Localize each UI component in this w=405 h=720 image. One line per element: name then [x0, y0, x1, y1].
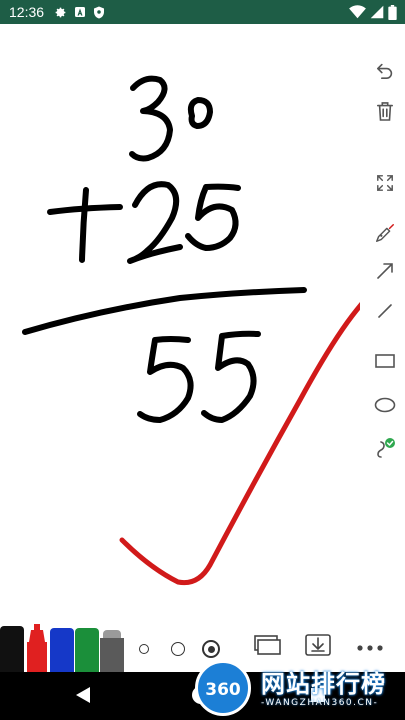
line-tool-button[interactable]: [365, 294, 405, 328]
ink-layer: [22, 75, 360, 586]
watermark-subtitle: -WANGZHAN360.CN-: [261, 698, 379, 708]
undo-icon: [375, 63, 395, 79]
line-icon: [375, 301, 395, 321]
freehand-icon: [373, 437, 397, 461]
status-bar: 12:36: [0, 0, 405, 24]
ink-sum-line: [22, 287, 307, 335]
blue-marker-button[interactable]: [50, 624, 74, 672]
fullscreen-button[interactable]: [365, 166, 405, 200]
ink-plus-vertical: [79, 187, 89, 263]
ink-digit-0-top: [187, 97, 213, 129]
stroke-size-small[interactable]: [139, 644, 149, 654]
download-button[interactable]: [303, 633, 333, 658]
arrow-tool-button[interactable]: [365, 254, 405, 288]
watermark-title: 网站排行榜: [261, 671, 386, 698]
rectangle-tool-button[interactable]: [365, 344, 405, 378]
delete-button[interactable]: [365, 94, 405, 128]
nav-back-button[interactable]: [75, 686, 91, 709]
watermark: 360 网站排行榜 -WANGZHAN360.CN-: [195, 656, 405, 720]
gray-marker-button[interactable]: [100, 624, 124, 672]
green-marker-button[interactable]: [75, 624, 99, 672]
laser-pointer-button[interactable]: [365, 216, 405, 250]
stroke-size-selected-dot: [207, 645, 215, 653]
undo-button[interactable]: [365, 54, 405, 88]
trash-icon: [376, 101, 394, 121]
laser-pointer-icon: [374, 222, 396, 244]
pages-button[interactable]: [253, 634, 283, 658]
freehand-tool-button[interactable]: [365, 432, 405, 466]
a-box-icon: [74, 6, 86, 18]
more-icon: [357, 638, 383, 656]
ink-digit-2: [127, 181, 183, 264]
status-system-icons: [349, 4, 397, 20]
signal-icon: [370, 5, 384, 19]
fullscreen-icon: [376, 174, 394, 192]
status-notification-icons: [54, 5, 105, 19]
red-marker-icon: [27, 624, 47, 672]
back-icon: [75, 687, 91, 708]
rectangle-icon: [375, 353, 395, 369]
ink-digit-3-top: [129, 75, 173, 162]
black-marker-button[interactable]: [0, 624, 24, 672]
ink-checkmark: [119, 301, 360, 586]
shield-icon: [93, 6, 105, 19]
drawing-canvas[interactable]: [0, 24, 405, 620]
ink-digit-5-b: [201, 330, 261, 423]
wifi-icon: [349, 5, 366, 19]
battery-icon: [388, 4, 397, 20]
red-marker-button[interactable]: [25, 624, 49, 672]
ink-digit-5-top: [185, 183, 241, 251]
arrow-icon: [375, 261, 395, 281]
ellipse-tool-button[interactable]: [365, 388, 405, 422]
gear-icon: [54, 6, 67, 19]
ink-digit-5-a: [137, 336, 194, 423]
more-button[interactable]: [355, 636, 385, 658]
ellipse-icon: [374, 397, 396, 413]
stroke-size-medium[interactable]: [171, 642, 185, 656]
watermark-logo: 360: [195, 660, 251, 716]
watermark-logo-text: 360: [205, 680, 241, 700]
status-time: 12:36: [9, 4, 45, 20]
